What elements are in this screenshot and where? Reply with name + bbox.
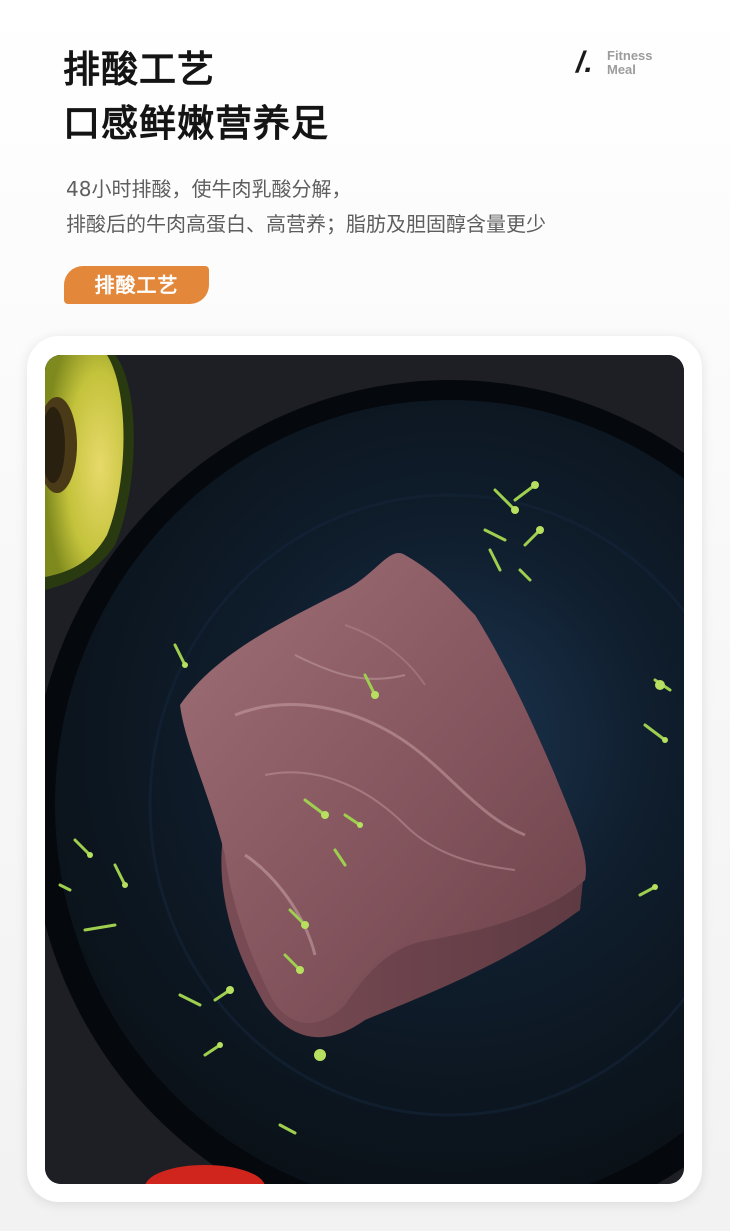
brand-word-meal: Meal [607,62,636,77]
beef-steak-photo [45,355,684,1184]
process-tag-badge: 排酸工艺 [64,266,209,304]
page-title-line-2: 口感鲜嫩营养足 [63,102,329,145]
brand-slash-icon: /. [576,46,593,79]
brand-wordmark: Fitness Meal [607,49,653,77]
brand-word-fitness: Fitness [607,48,653,63]
beef-steak-on-plate-icon [45,355,684,1184]
description-line-1: 48小时排酸，使牛肉乳酸分解， [66,177,352,201]
brand-logo: /. Fitness Meal [576,46,666,82]
description-line-2: 排酸后的牛肉高蛋白、高营养；脂肪及胆固醇含量更少 [66,212,546,236]
product-photo-card [27,336,702,1202]
page-title-line-1: 排酸工艺 [63,48,215,91]
product-detail-section: 排酸工艺 口感鲜嫩营养足 /. Fitness Meal 48小时排酸，使牛肉乳… [0,0,730,1231]
